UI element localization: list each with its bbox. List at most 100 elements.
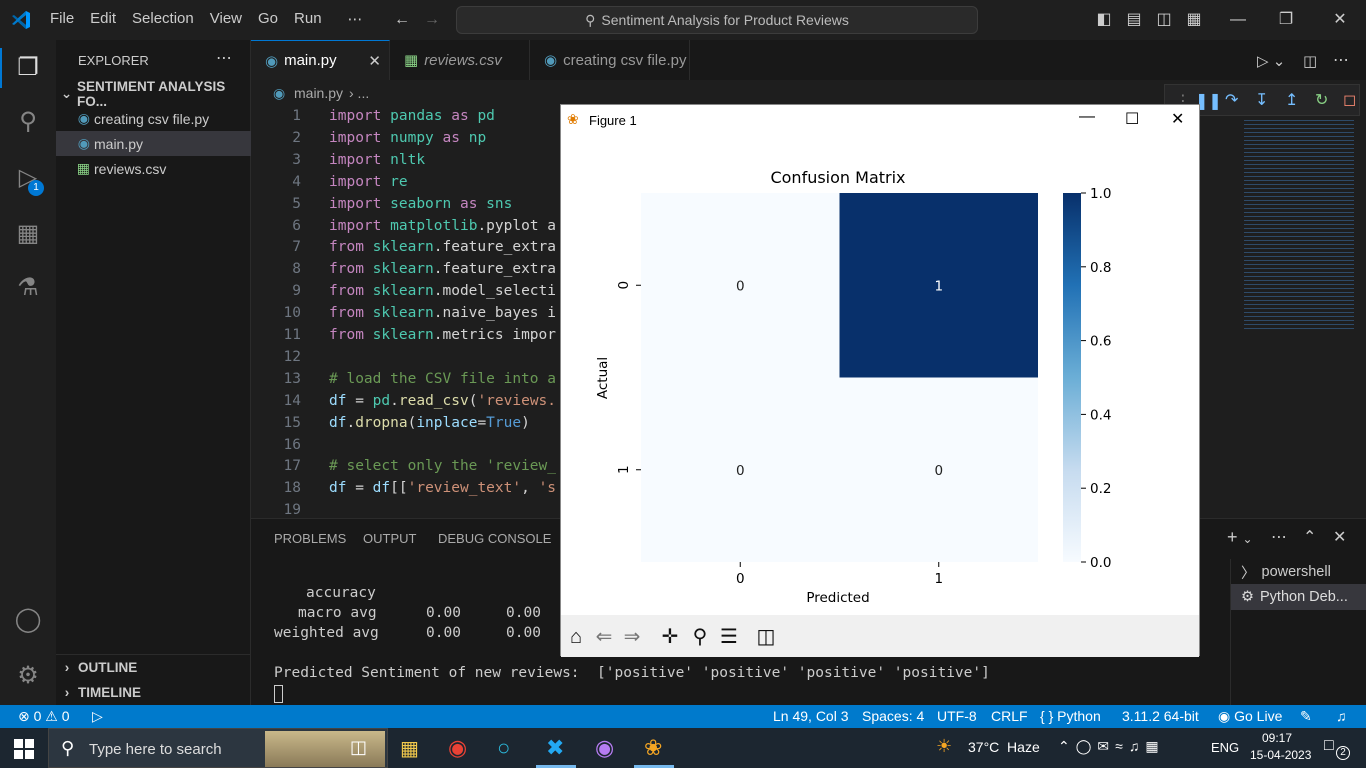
command-center-search[interactable]: ⚲ Sentiment Analysis for Product Reviews	[456, 6, 978, 34]
restart-icon[interactable]: ↻	[1315, 90, 1328, 110]
python-figure-icon[interactable]: ❀	[644, 735, 662, 761]
close-panel-icon[interactable]: ✕	[1333, 527, 1346, 547]
code-line[interactable]: 6 import matplotlib.pyplot a	[251, 215, 561, 237]
code-line[interactable]: 8 from sklearn.feature_extra	[251, 258, 561, 280]
split-editor-icon[interactable]: ◫	[1303, 52, 1317, 70]
taskbar-search-box[interactable]: ⚲ Type here to search	[48, 728, 388, 768]
indentation[interactable]: Spaces: 4	[862, 708, 924, 724]
tab-debug-console[interactable]: DEBUG CONSOLE	[438, 531, 551, 546]
vscode-taskbar-icon[interactable]: ✖	[546, 735, 564, 761]
edge-icon[interactable]: ○	[497, 735, 510, 761]
account-icon[interactable]: ◯	[12, 604, 44, 636]
code-line[interactable]: 5 import seaborn as sns	[251, 193, 561, 215]
file-item-reviews-csv[interactable]: ▦ reviews.csv	[56, 156, 251, 181]
step-over-icon[interactable]: ↷	[1225, 90, 1238, 110]
toggle-sidebar-icon[interactable]: ◧	[1094, 10, 1114, 30]
breadcrumb-more[interactable]: › ...	[349, 85, 369, 101]
stop-icon[interactable]: ◻	[1343, 90, 1356, 110]
tab-main-py[interactable]: ◉ main.py ✕	[251, 40, 390, 80]
code-line[interactable]: 17 # select only the 'review_	[251, 455, 561, 477]
code-line[interactable]: 13 # load the CSV file into a	[251, 368, 561, 390]
more-actions-icon[interactable]: ⋯	[216, 48, 232, 68]
terminal-item-powershell[interactable]: 〉 powershell	[1231, 559, 1366, 585]
code-line[interactable]: 9 from sklearn.model_selecti	[251, 280, 561, 302]
toggle-panel-icon[interactable]: ▤	[1124, 10, 1144, 30]
input-language[interactable]: ENG	[1211, 740, 1239, 755]
github-desktop-icon[interactable]: ◉	[595, 735, 614, 761]
tab-reviews-csv[interactable]: ▦ reviews.csv	[390, 40, 530, 80]
menu-edit[interactable]: Edit	[82, 10, 124, 28]
forward-icon[interactable]: ⇒	[620, 625, 644, 649]
tab-creating-csv[interactable]: ◉ creating csv file.py	[530, 40, 690, 80]
chrome-icon[interactable]: ◉	[448, 735, 467, 761]
task-view-icon[interactable]: ◫	[350, 737, 367, 758]
outline-section[interactable]: › OUTLINE	[56, 655, 251, 680]
menu-selection[interactable]: Selection	[124, 10, 202, 28]
code-editor[interactable]: 1 import pandas as pd 2 import numpy as np 3…	[251, 105, 561, 520]
terminal-item-python-debug[interactable]: ⚙ Python Deb...	[1231, 584, 1366, 610]
breadcrumb-file[interactable]: main.py	[294, 85, 343, 101]
code-line[interactable]: 18 df = df[['review_text', 's	[251, 477, 561, 499]
maximize-panel-icon[interactable]: ⌃	[1303, 527, 1316, 547]
weather-text[interactable]: 37°C Haze	[968, 739, 1040, 755]
file-item-main[interactable]: ◉ main.py	[56, 131, 251, 156]
panel-more-icon[interactable]: ⋯	[1271, 527, 1287, 547]
language-mode[interactable]: { } Python	[1040, 708, 1101, 724]
windows-start-icon[interactable]	[14, 739, 34, 759]
pan-icon[interactable]: ✛	[658, 625, 682, 649]
new-terminal-icon[interactable]: + ⌄	[1227, 527, 1253, 548]
python-interpreter[interactable]: 3.11.2 64-bit	[1122, 708, 1199, 724]
figure-minimize-icon[interactable]: —	[1079, 108, 1095, 126]
tab-close-icon[interactable]: ✕	[368, 52, 381, 70]
errors-status[interactable]: ⊗ 0 ⚠ 0	[18, 708, 70, 725]
save-figure-icon[interactable]: ◫	[754, 625, 778, 649]
toggle-secondary-sidebar-icon[interactable]: ◫	[1154, 10, 1174, 30]
testing-flask-icon[interactable]: ⚗	[12, 272, 44, 304]
run-python-file-icon[interactable]: ▷ ⌄	[1257, 52, 1285, 70]
settings-gear-icon[interactable]: ⚙	[12, 660, 44, 692]
tab-problems[interactable]: PROBLEMS	[274, 531, 346, 546]
restore-icon[interactable]: ❐	[1276, 10, 1296, 30]
forward-arrow-icon[interactable]: →	[422, 10, 442, 30]
system-tray-icons[interactable]: ⌃◯✉≈♫▦	[1058, 738, 1165, 755]
editor-more-icon[interactable]: ⋯	[1333, 50, 1349, 70]
code-line[interactable]: 11 from sklearn.metrics impor	[251, 324, 561, 346]
code-line[interactable]: 4 import re	[251, 171, 561, 193]
menu-go[interactable]: Go	[250, 10, 286, 28]
customize-layout-icon[interactable]: ▦	[1184, 10, 1204, 30]
debug-status-icon[interactable]: ▷	[92, 708, 103, 725]
code-line[interactable]: 3 import nltk	[251, 149, 561, 171]
timeline-section[interactable]: › TIMELINE	[56, 680, 251, 705]
action-center-icon[interactable]: □	[1324, 737, 1334, 755]
back-icon[interactable]: ⇐	[592, 625, 616, 649]
step-out-icon[interactable]: ↥	[1285, 90, 1298, 110]
code-line[interactable]: 15 df.dropna(inplace=True)	[251, 412, 561, 434]
close-icon[interactable]: ✕	[1330, 10, 1350, 30]
menu-more[interactable]: ⋯	[330, 10, 371, 28]
clock-time[interactable]: 09:17	[1262, 731, 1292, 745]
step-into-icon[interactable]: ↧	[1255, 90, 1268, 110]
clock-date[interactable]: 15-04-2023	[1250, 748, 1311, 762]
code-line[interactable]: 12	[251, 346, 561, 368]
minimap[interactable]	[1244, 120, 1354, 330]
back-arrow-icon[interactable]: ←	[392, 10, 412, 30]
confusion-matrix-chart[interactable]: 0 1 0 0 0 1 0 1 0.0 0.2 0.4 0.6 0.8 1.0 Confusion …	[561, 135, 1199, 615]
code-line[interactable]: 10 from sklearn.naive_bayes i	[251, 302, 561, 324]
code-line[interactable]: 16	[251, 434, 561, 456]
notifications-bell-icon[interactable]: ♫	[1336, 708, 1347, 724]
cursor-position[interactable]: Ln 49, Col 3	[773, 708, 849, 724]
go-live-button[interactable]: ◉ Go Live	[1218, 708, 1282, 725]
tab-output[interactable]: OUTPUT	[363, 531, 416, 546]
weather-icon[interactable]: ☀	[936, 736, 952, 757]
code-line[interactable]: 14 df = pd.read_csv('reviews.	[251, 390, 561, 412]
folder-row[interactable]: ⌄ SENTIMENT ANALYSIS FO...	[56, 79, 251, 109]
home-icon[interactable]: ⌂	[564, 625, 588, 649]
code-line[interactable]: 2 import numpy as np	[251, 127, 561, 149]
search-icon[interactable]: ⚲	[12, 106, 44, 138]
menu-run[interactable]: Run	[286, 10, 330, 28]
figure-maximize-icon[interactable]: ☐	[1125, 109, 1139, 129]
file-explorer-icon[interactable]: ▦	[400, 736, 419, 761]
file-item-creating-csv[interactable]: ◉ creating csv file.py	[56, 106, 251, 131]
configure-subplots-icon[interactable]: ☰	[717, 625, 741, 649]
figure-close-icon[interactable]: ✕	[1171, 109, 1184, 129]
